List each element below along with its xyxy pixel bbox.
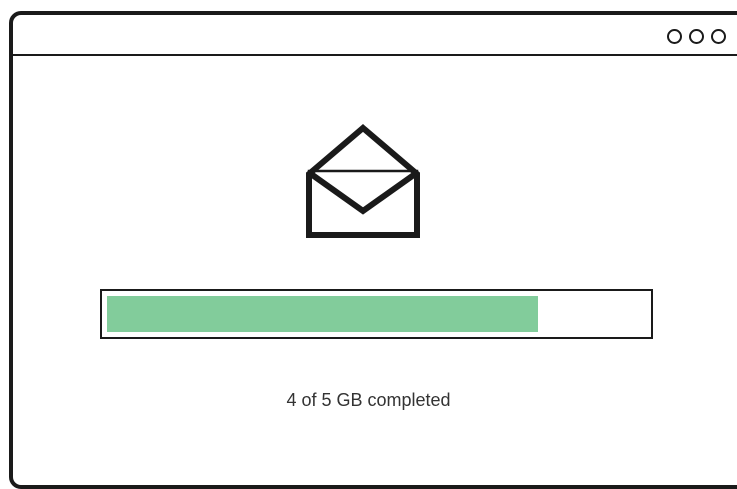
app-window <box>9 11 737 489</box>
progress-bar-fill <box>107 296 538 332</box>
progress-status-text: 4 of 5 GB completed <box>286 390 451 410</box>
window-controls <box>667 29 726 44</box>
title-bar <box>13 15 737 56</box>
progress-bar <box>100 289 653 339</box>
window-control-dot-2[interactable] <box>689 29 704 44</box>
window-control-dot-1[interactable] <box>667 29 682 44</box>
window-control-dot-3[interactable] <box>711 29 726 44</box>
open-envelope-icon <box>306 124 420 238</box>
